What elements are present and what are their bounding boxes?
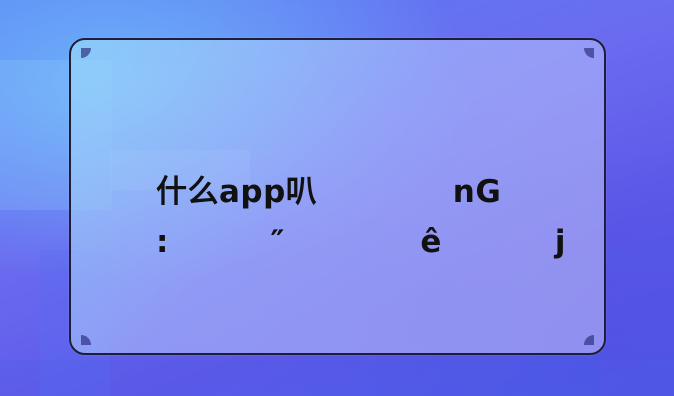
title-card: 什么app叭 nG : ″ ê j: [69, 38, 606, 355]
card-title: 什么app叭 nG : ″ ê j: [156, 167, 566, 267]
background-shape: [0, 360, 674, 396]
corner-decoration: [584, 335, 594, 345]
card-title-line-2: : ″ ê j: [156, 224, 566, 260]
corner-decoration: [81, 335, 91, 345]
card-title-line-1: 什么app叭 nG: [156, 174, 502, 210]
corner-decoration: [81, 48, 91, 58]
corner-decoration: [584, 48, 594, 58]
